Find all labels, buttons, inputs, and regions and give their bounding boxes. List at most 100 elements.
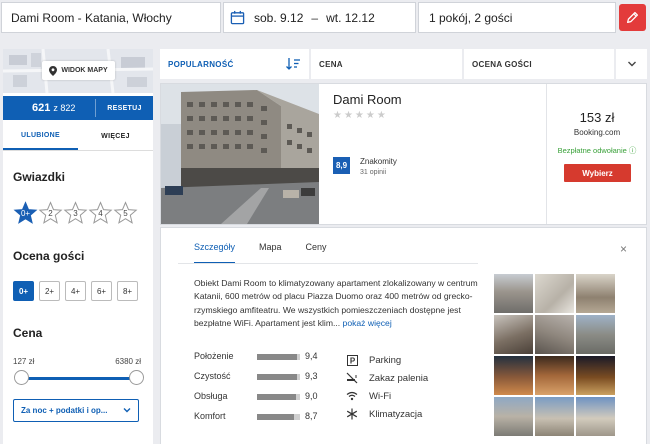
- sort-rating[interactable]: OCENA GOŚCI: [464, 49, 614, 79]
- date-separator: –: [311, 10, 319, 25]
- rating-category-value: 9,4: [305, 351, 318, 361]
- photo-gallery: [494, 274, 617, 441]
- rating-category-label: Obsługa: [194, 391, 228, 401]
- tab-map[interactable]: Mapa: [259, 242, 282, 264]
- price-mode-value: Za noc + podatki i op...: [21, 406, 108, 415]
- show-more-link[interactable]: pokaż więcej: [340, 318, 392, 328]
- price-slider-track: [22, 377, 136, 380]
- hotel-photo[interactable]: [161, 84, 319, 224]
- star-filter-label: 4: [98, 209, 103, 218]
- rating-bar-fill: [257, 374, 297, 380]
- reset-filters-button[interactable]: RESETUJ: [95, 99, 153, 117]
- rating-label: Znakomity: [360, 157, 397, 166]
- star-filter-label: 5: [123, 209, 128, 218]
- rating-option[interactable]: 6+: [91, 281, 112, 301]
- gallery-photo[interactable]: [494, 274, 533, 313]
- search-bar: Dami Room - Katania, Włochy sob. 9.12 – …: [0, 0, 650, 36]
- amenity-item: Zakaz palenia: [345, 371, 465, 385]
- no-smoking-icon: [345, 372, 359, 384]
- amenity-item: Klimatyzacja: [345, 407, 465, 421]
- gallery-photo[interactable]: [535, 356, 574, 395]
- stars-filter: 0+ 2 3 4 5: [13, 201, 138, 225]
- star-filter-2[interactable]: 2: [38, 201, 63, 225]
- rating-bar: [257, 354, 300, 360]
- star-filter-label: 0+: [20, 209, 31, 218]
- star-filter-5[interactable]: 5: [113, 201, 138, 225]
- price-filter-title: Cena: [13, 326, 43, 340]
- edit-search-button[interactable]: [619, 4, 646, 31]
- sort-popularity[interactable]: POPULARNOŚĆ: [160, 49, 309, 79]
- chevron-down-icon: [627, 61, 636, 67]
- hotel-name[interactable]: Dami Room: [333, 92, 402, 107]
- results-count-total: z 822: [53, 103, 76, 113]
- gallery-photo[interactable]: [494, 356, 533, 395]
- rating-category-label: Komfort: [194, 411, 226, 421]
- description-text: Obiekt Dami Room to klimatyzowany aparta…: [194, 278, 478, 329]
- star-filter-3[interactable]: 3: [63, 201, 88, 225]
- price-mode-dropdown[interactable]: Za noc + podatki i op...: [13, 399, 139, 422]
- review-count[interactable]: 31 opinii: [360, 169, 386, 176]
- amenity-item: P Parking: [345, 353, 465, 367]
- dates-field[interactable]: sob. 9.12 – wt. 12.12: [223, 2, 416, 33]
- rating-option[interactable]: 8+: [117, 281, 138, 301]
- sort-price-label: CENA: [319, 59, 343, 69]
- gallery-photo[interactable]: [576, 397, 615, 436]
- rating-row: Komfort 8,7: [194, 411, 364, 423]
- sort-more-button[interactable]: [616, 49, 647, 79]
- map-view-button[interactable]: WIDOK MAPY: [42, 61, 115, 80]
- sort-price[interactable]: CENA: [311, 49, 462, 79]
- amenity-label: Wi-Fi: [369, 390, 392, 402]
- chevron-down-icon: [123, 408, 131, 413]
- hotel-details-panel: Szczegóły Mapa Ceny × Obiekt Dami Room t…: [160, 227, 647, 444]
- price-slider-max-handle[interactable]: [129, 370, 144, 385]
- map-pin-icon: [49, 65, 58, 76]
- check-out-date: wt. 12.12: [326, 10, 375, 25]
- tab-more[interactable]: WIĘCEJ: [78, 123, 153, 150]
- map-view-label: WIDOK MAPY: [61, 67, 108, 74]
- star-filter-label: 3: [73, 209, 78, 218]
- results-count-value: 621: [32, 102, 51, 114]
- rating-bar-fill: [257, 394, 296, 400]
- gallery-photo[interactable]: [494, 315, 533, 354]
- rating-row: Czystość 9,3: [194, 371, 364, 383]
- price-slider-min-handle[interactable]: [14, 370, 29, 385]
- amenity-label: Zakaz palenia: [369, 372, 429, 384]
- gallery-photo[interactable]: [494, 397, 533, 436]
- gallery-photo[interactable]: [535, 315, 574, 354]
- select-deal-button[interactable]: Wybierz: [564, 164, 631, 182]
- rating-option[interactable]: 4+: [65, 281, 86, 301]
- rating-bar-fill: [257, 354, 298, 360]
- parking-icon: P: [345, 354, 359, 366]
- hotel-result-card: Dami Room ★★★★★ 8,9 Znakomity 31 opinii …: [160, 83, 647, 225]
- gallery-photo[interactable]: [535, 274, 574, 313]
- rating-option[interactable]: 0+: [13, 281, 34, 301]
- close-icon[interactable]: ×: [620, 242, 627, 256]
- gallery-photo[interactable]: [576, 274, 615, 313]
- free-cancellation: Bezpłatne odwołanie ⓘ: [557, 146, 637, 155]
- gallery-photo[interactable]: [576, 315, 615, 354]
- price-source: Booking.com: [573, 128, 621, 137]
- rating-bar: [257, 414, 300, 420]
- rating-category-value: 9,0: [305, 391, 318, 401]
- star-filter-4[interactable]: 4: [88, 201, 113, 225]
- map-preview[interactable]: WIDOK MAPY: [3, 49, 153, 93]
- tab-details[interactable]: Szczegóły: [194, 242, 236, 264]
- gallery-photo[interactable]: [576, 356, 615, 395]
- tab-prices[interactable]: Ceny: [306, 242, 327, 264]
- rating-category-value: 9,3: [305, 371, 318, 381]
- star-filter-label: 2: [48, 209, 53, 218]
- destination-field[interactable]: Dami Room - Katania, Włochy: [1, 2, 221, 33]
- snowflake-icon: [345, 408, 359, 420]
- filter-tabs: ULUBIONE WIĘCEJ: [3, 123, 153, 151]
- filters-sidebar: WIDOK MAPY 621 z 822 RESETUJ ULUBIONE WI…: [3, 49, 153, 444]
- details-tabs: Szczegóły Mapa Ceny: [194, 242, 327, 264]
- tab-favorites[interactable]: ULUBIONE: [3, 123, 78, 150]
- rating-row: Położenie 9,4: [194, 351, 364, 363]
- svg-text:P: P: [349, 356, 355, 365]
- rating-option[interactable]: 2+: [39, 281, 60, 301]
- gallery-photo[interactable]: [535, 397, 574, 436]
- sort-bar: POPULARNOŚĆ CENA OCENA GOŚCI: [160, 49, 647, 79]
- star-filter-0[interactable]: 0+: [13, 201, 38, 225]
- price-column: 153 zł Booking.com Bezpłatne odwołanie ⓘ…: [546, 84, 647, 224]
- guests-field[interactable]: 1 pokój, 2 gości: [418, 2, 616, 33]
